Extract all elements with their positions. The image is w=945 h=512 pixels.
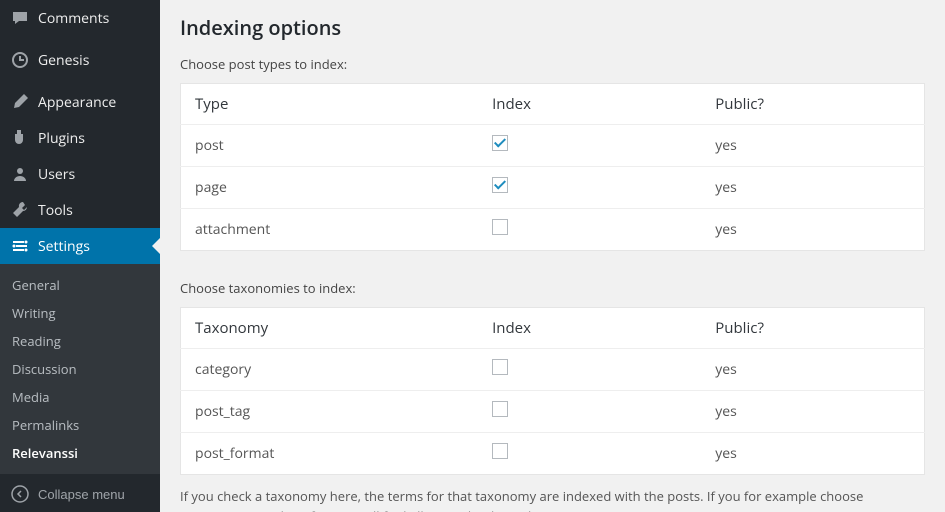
taxonomies-label: Choose taxonomies to index: [180,279,925,297]
cell-type: post [181,125,479,167]
main-content: Indexing options Choose post types to in… [160,0,945,512]
sidebar-item-plugins[interactable]: Plugins [0,120,160,156]
cell-public: yes [701,391,924,433]
sidebar-item-label: Users [38,165,75,184]
submenu-item-general[interactable]: General [0,271,160,299]
cell-taxonomy: post_format [181,433,479,475]
sidebar-item-label: Genesis [38,51,89,70]
cell-type: attachment [181,209,479,251]
cell-index [478,209,701,251]
submenu-item-permalinks[interactable]: Permalinks [0,411,160,439]
col-index: Index [478,308,701,349]
cell-public: yes [701,349,924,391]
appearance-icon [10,92,30,112]
submenu-item-media[interactable]: Media [0,383,160,411]
col-public: Public? [701,84,924,125]
index-checkbox-post[interactable] [492,135,508,151]
col-type: Type [181,84,479,125]
col-taxonomy: Taxonomy [181,308,479,349]
cell-index [478,349,701,391]
collapse-menu-button[interactable]: Collapse menu [0,476,160,512]
table-row: post yes [181,125,925,167]
submenu-item-discussion[interactable]: Discussion [0,355,160,383]
sidebar-item-users[interactable]: Users [0,156,160,192]
settings-submenu: General Writing Reading Discussion Media… [0,264,160,474]
submenu-item-relevanssi[interactable]: Relevanssi [0,439,160,467]
index-checkbox-attachment[interactable] [492,219,508,235]
submenu-item-writing[interactable]: Writing [0,299,160,327]
col-index: Index [478,84,701,125]
collapse-label: Collapse menu [38,487,125,502]
cell-public: yes [701,125,924,167]
sidebar-item-genesis[interactable]: Genesis [0,42,160,78]
taxonomy-note: If you check a taxonomy here, the terms … [180,487,900,512]
settings-icon [10,236,30,256]
cell-type: page [181,167,479,209]
index-checkbox-post-format[interactable] [492,443,508,459]
taxonomies-table: Taxonomy Index Public? category yes post… [180,307,925,475]
genesis-icon [10,50,30,70]
plugin-icon [10,128,30,148]
sidebar-item-label: Comments [38,9,109,28]
sidebar-item-label: Settings [38,237,90,256]
cell-public: yes [701,209,924,251]
table-row: page yes [181,167,925,209]
col-public: Public? [701,308,924,349]
cell-taxonomy: category [181,349,479,391]
table-row: attachment yes [181,209,925,251]
index-checkbox-page[interactable] [492,177,508,193]
tools-icon [10,200,30,220]
cell-index [478,125,701,167]
sidebar-item-tools[interactable]: Tools [0,192,160,228]
index-checkbox-category[interactable] [492,359,508,375]
users-icon [10,164,30,184]
cell-public: yes [701,433,924,475]
post-types-table: Type Index Public? post yes page yes att… [180,83,925,251]
submenu-item-reading[interactable]: Reading [0,327,160,355]
sidebar-item-comments[interactable]: Comments [0,0,160,36]
sidebar-item-appearance[interactable]: Appearance [0,84,160,120]
comment-icon [10,8,30,28]
sidebar-item-label: Tools [38,201,73,220]
cell-index [478,433,701,475]
cell-taxonomy: post_tag [181,391,479,433]
table-header-row: Taxonomy Index Public? [181,308,925,349]
cell-index [478,391,701,433]
table-row: post_format yes [181,433,925,475]
cell-public: yes [701,167,924,209]
sidebar-item-label: Plugins [38,129,85,148]
index-checkbox-post-tag[interactable] [492,401,508,417]
table-header-row: Type Index Public? [181,84,925,125]
sidebar-item-settings[interactable]: Settings [0,228,160,264]
post-types-label: Choose post types to index: [180,55,925,73]
sidebar-item-label: Appearance [38,93,116,112]
cell-index [478,167,701,209]
table-row: category yes [181,349,925,391]
admin-sidebar: Comments Genesis Appearance Plugins User… [0,0,160,512]
collapse-icon [10,484,30,504]
table-row: post_tag yes [181,391,925,433]
page-title: Indexing options [180,14,925,41]
